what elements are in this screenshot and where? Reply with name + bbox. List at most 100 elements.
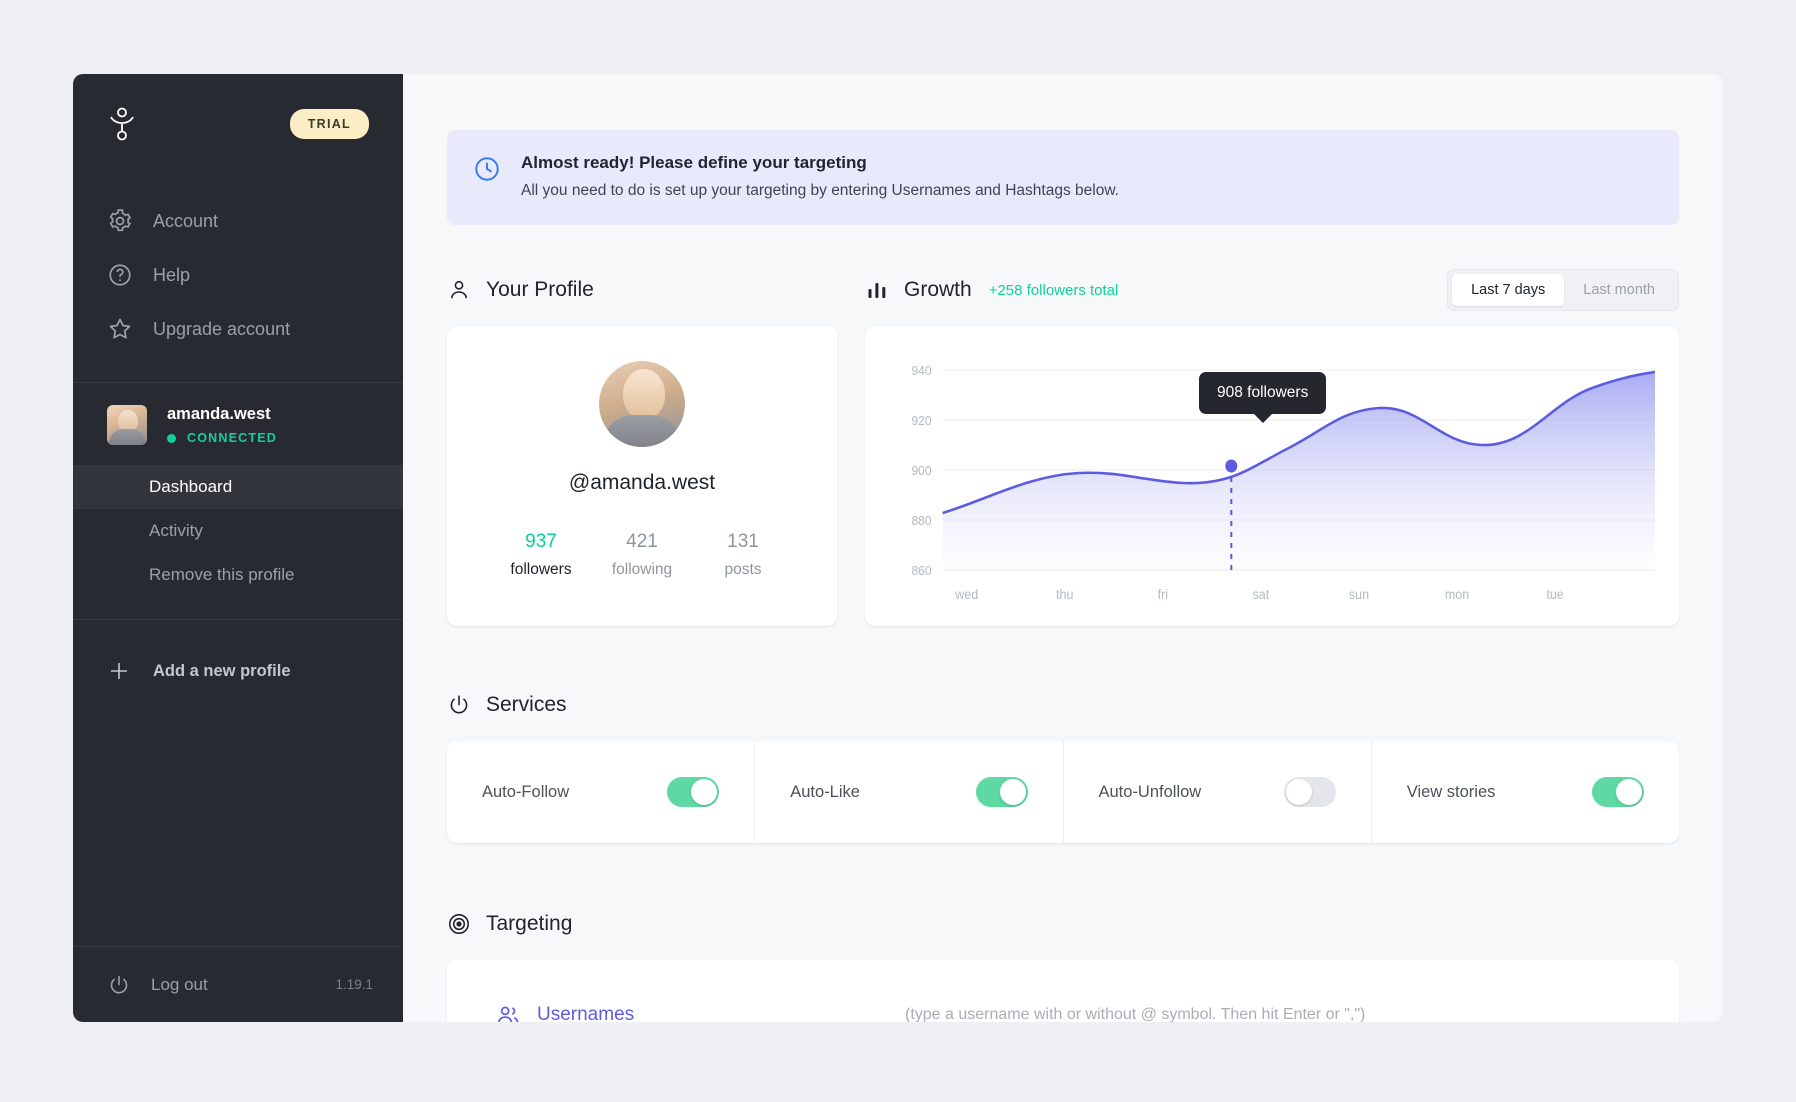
chart-marker-dot bbox=[1225, 459, 1238, 473]
person-icon bbox=[447, 278, 471, 302]
svg-text:920: 920 bbox=[911, 414, 931, 429]
alert-title: Almost ready! Please define your targeti… bbox=[521, 153, 867, 172]
svg-text:thu: thu bbox=[1056, 587, 1073, 603]
sidebar-item-label: Help bbox=[153, 265, 191, 285]
service-label: Auto-Like bbox=[790, 782, 860, 801]
growth-section-header: Growth +258 followers total Last 7 days … bbox=[865, 268, 1679, 312]
sidebar-item-help[interactable]: Help bbox=[73, 248, 403, 302]
svg-text:mon: mon bbox=[1445, 587, 1469, 603]
svg-text:wed: wed bbox=[954, 587, 978, 603]
app-root: TRIAL Account Help Upgrade account amand… bbox=[0, 0, 1796, 1102]
status-dot-icon bbox=[167, 433, 176, 443]
gear-icon bbox=[107, 208, 133, 234]
svg-text:sat: sat bbox=[1253, 587, 1270, 603]
logout-button[interactable]: Log out bbox=[151, 975, 335, 995]
sidebar-profile-block: amanda.west CONNECTED Dashboard Activity… bbox=[73, 383, 403, 597]
power-icon bbox=[107, 973, 131, 997]
targeting-alert-banner: Almost ready! Please define your targeti… bbox=[447, 130, 1679, 225]
services-section-header: Services bbox=[447, 688, 1679, 722]
sidebar-item-upgrade-account[interactable]: Upgrade account bbox=[73, 302, 403, 356]
svg-text:fri: fri bbox=[1158, 587, 1169, 603]
stat-following: 421 following bbox=[592, 531, 693, 579]
toggle-auto-like[interactable] bbox=[975, 777, 1028, 807]
targeting-section-header: Targeting bbox=[447, 907, 1679, 941]
service-auto-like: Auto-Like bbox=[755, 741, 1064, 843]
range-last-7-days[interactable]: Last 7 days bbox=[1452, 273, 1565, 307]
users-icon bbox=[495, 1002, 521, 1022]
bar-chart-icon bbox=[865, 278, 889, 302]
sidebar-divider-2 bbox=[73, 619, 403, 620]
services-section: Services Auto-Follow Auto-Like Auto-Unfo… bbox=[447, 688, 1679, 843]
targeting-section: Targeting Usernames (type a username wit… bbox=[447, 907, 1679, 1022]
trial-badge: TRIAL bbox=[289, 109, 369, 139]
growth-column: Growth +258 followers total Last 7 days … bbox=[865, 268, 1679, 626]
status-label: CONNECTED bbox=[187, 431, 277, 445]
svg-text:860: 860 bbox=[911, 564, 931, 579]
sidebar-footer: Log out 1.19.1 bbox=[73, 946, 403, 1022]
svg-text:tue: tue bbox=[1546, 587, 1563, 603]
star-icon bbox=[107, 316, 133, 342]
growth-chart[interactable]: 940 920 900 880 860 wed thu fri sat sun … bbox=[889, 348, 1655, 610]
service-view-stories: View stories bbox=[1372, 741, 1679, 843]
alert-text: Almost ready! Please define your targeti… bbox=[521, 153, 1119, 200]
toggle-auto-unfollow[interactable] bbox=[1283, 777, 1336, 807]
toggle-knob bbox=[1285, 779, 1312, 805]
targeting-usernames-row: Usernames (type a username with or witho… bbox=[447, 960, 1679, 1022]
toggle-knob bbox=[1616, 779, 1642, 805]
status-badge: CONNECTED bbox=[167, 431, 277, 445]
stat-value: 421 bbox=[626, 531, 658, 552]
page-title: Your Profile bbox=[486, 278, 594, 301]
sidebar-nav: Account Help Upgrade account bbox=[73, 176, 403, 382]
service-auto-unfollow: Auto-Unfollow bbox=[1064, 741, 1372, 843]
growth-chart-card: 940 920 900 880 860 wed thu fri sat sun … bbox=[865, 326, 1679, 626]
stat-followers: 937 followers bbox=[491, 531, 592, 579]
profile-name: amanda.west bbox=[167, 405, 271, 423]
growth-title: Growth bbox=[904, 278, 972, 301]
sidebar-profile-meta: amanda.west CONNECTED bbox=[167, 405, 277, 445]
service-label: View stories bbox=[1406, 782, 1496, 801]
sidebar-item-account[interactable]: Account bbox=[73, 194, 403, 248]
power-icon bbox=[447, 693, 471, 717]
svg-text:880: 880 bbox=[911, 514, 931, 529]
stat-label: followers bbox=[510, 561, 572, 578]
clock-icon bbox=[473, 155, 501, 183]
app-version: 1.19.1 bbox=[335, 977, 373, 992]
target-icon bbox=[447, 912, 471, 936]
add-new-profile-button[interactable]: Add a new profile bbox=[73, 644, 403, 698]
usernames-label: Usernames bbox=[537, 1004, 635, 1022]
sidebar-top: TRIAL bbox=[73, 74, 403, 176]
sidebar-subitem-label: Dashboard bbox=[149, 477, 233, 496]
sidebar-item-activity[interactable]: Activity bbox=[73, 509, 403, 553]
profile-column: Your Profile @amanda.west 937 followers … bbox=[447, 273, 837, 626]
main-panel: Almost ready! Please define your targeti… bbox=[403, 74, 1723, 1022]
toggle-view-stories[interactable] bbox=[1592, 777, 1644, 807]
sidebar-profile-header[interactable]: amanda.west CONNECTED bbox=[73, 405, 403, 465]
sidebar: TRIAL Account Help Upgrade account amand… bbox=[73, 74, 403, 1022]
sidebar-item-dashboard[interactable]: Dashboard bbox=[73, 465, 403, 509]
stat-value: 131 bbox=[727, 531, 759, 552]
service-label: Auto-Follow bbox=[482, 782, 570, 801]
service-auto-follow: Auto-Follow bbox=[447, 741, 756, 843]
usernames-label-group: Usernames bbox=[495, 1002, 905, 1022]
services-card: Auto-Follow Auto-Like Auto-Unfollow View… bbox=[447, 741, 1679, 843]
svg-text:940: 940 bbox=[911, 364, 931, 379]
svg-text:sun: sun bbox=[1349, 587, 1369, 603]
sidebar-logo-row: TRIAL bbox=[107, 102, 369, 146]
avatar bbox=[107, 405, 147, 445]
range-last-month[interactable]: Last month bbox=[1564, 274, 1674, 307]
main-content: Almost ready! Please define your targeti… bbox=[403, 74, 1723, 1022]
toggle-auto-follow[interactable] bbox=[667, 777, 720, 807]
stat-label: following bbox=[611, 561, 673, 578]
usernames-input[interactable]: (type a username with or without @ symbo… bbox=[905, 1006, 1365, 1022]
question-circle-icon bbox=[107, 262, 133, 288]
svg-text:900: 900 bbox=[911, 464, 931, 479]
sidebar-subitem-label: Activity bbox=[149, 521, 203, 540]
sidebar-item-remove-profile[interactable]: Remove this profile bbox=[73, 553, 403, 597]
toggle-knob bbox=[999, 779, 1026, 805]
services-title: Services bbox=[486, 693, 567, 716]
stat-value: 937 bbox=[525, 531, 557, 552]
alert-subtitle: All you need to do is set up your target… bbox=[521, 182, 1119, 199]
range-toggle-group: Last 7 days Last month bbox=[1447, 268, 1679, 312]
stat-label: posts bbox=[724, 561, 762, 578]
